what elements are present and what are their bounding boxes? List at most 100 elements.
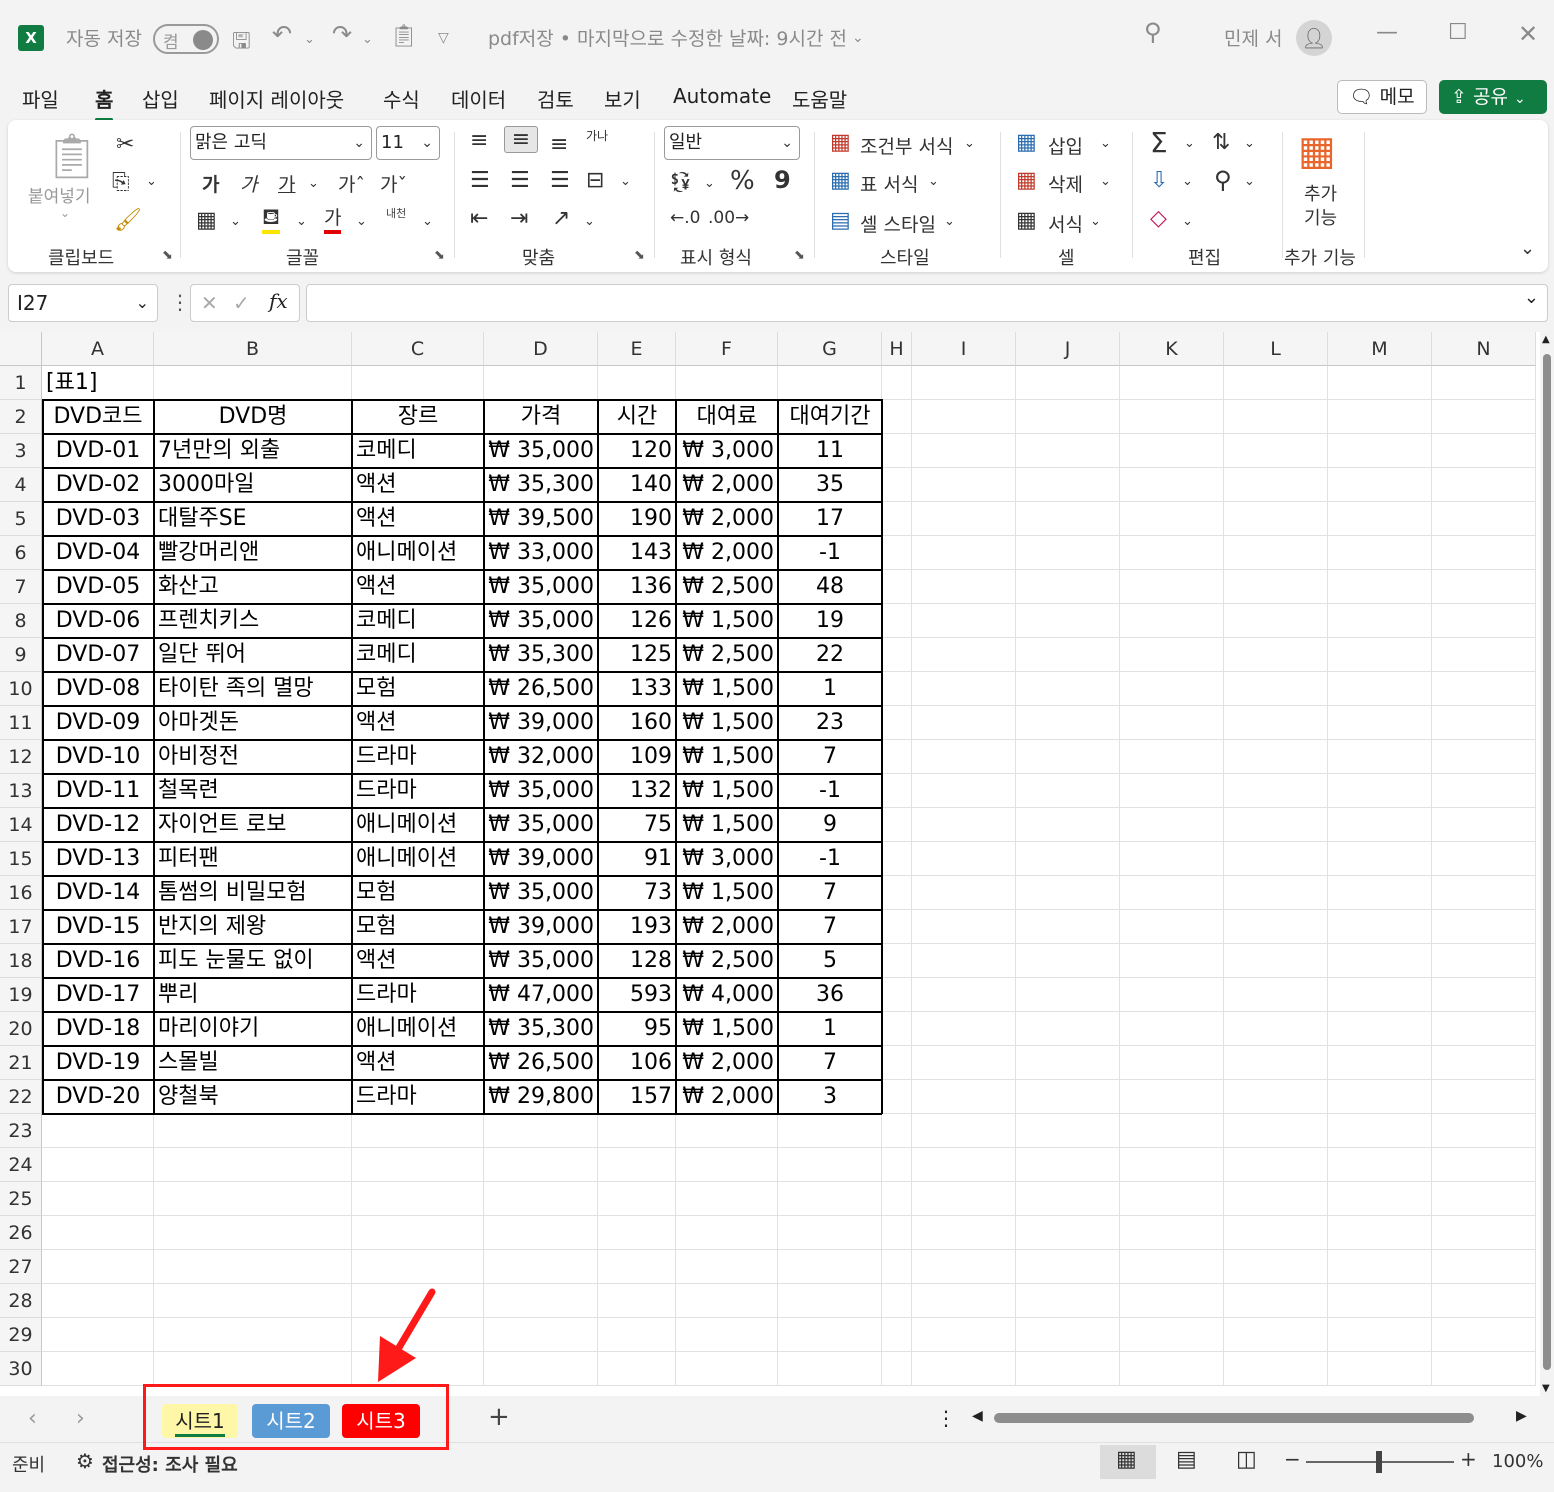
accessibility-status[interactable]: 접근성: 조사 필요	[102, 1451, 238, 1477]
table-label-cell[interactable]: [표1]	[42, 366, 154, 400]
row-header-6[interactable]: 6	[0, 536, 42, 570]
table-cell[interactable]: 73	[598, 876, 676, 910]
table-cell[interactable]: 일단 뛰어	[154, 638, 352, 672]
row-header-22[interactable]: 22	[0, 1080, 42, 1114]
table-cell[interactable]: ₩ 39,000	[484, 910, 598, 944]
table-cell[interactable]: 9	[778, 808, 882, 842]
align-center-icon[interactable]: ☰	[510, 168, 530, 193]
column-header-j[interactable]: J	[1016, 332, 1120, 366]
copy-dropdown-icon[interactable]: ⌄	[146, 174, 157, 189]
add-sheet-icon[interactable]: +	[488, 1402, 510, 1432]
insert-cells-button[interactable]: 삽입	[1048, 132, 1083, 159]
row-header-27[interactable]: 27	[0, 1250, 42, 1284]
table-cell[interactable]: 아비정전	[154, 740, 352, 774]
paste-label[interactable]: 붙여넣기	[28, 182, 91, 207]
column-header-l[interactable]: L	[1224, 332, 1328, 366]
row-header-21[interactable]: 21	[0, 1046, 42, 1080]
table-cell[interactable]: ₩ 39,500	[484, 502, 598, 536]
undo-icon[interactable]: ↶	[272, 20, 292, 48]
maximize-icon[interactable]: ☐	[1448, 20, 1468, 45]
table-cell[interactable]: ₩ 29,800	[484, 1080, 598, 1114]
merge-center-icon[interactable]: ⊟	[586, 168, 604, 193]
table-cell[interactable]: ₩ 35,000	[484, 876, 598, 910]
wrap-text-icon[interactable]: 가나	[586, 130, 610, 142]
tab-page-layout[interactable]: 페이지 레이아웃	[209, 84, 344, 113]
row-header-9[interactable]: 9	[0, 638, 42, 672]
table-cell[interactable]: 109	[598, 740, 676, 774]
table-cell[interactable]: ₩ 1,500	[676, 774, 778, 808]
tab-options-icon[interactable]: ⋮	[936, 1406, 956, 1430]
accounting-dropdown-icon[interactable]: ⌄	[704, 176, 715, 191]
column-header-a[interactable]: A	[42, 332, 154, 366]
page-layout-view-icon[interactable]: ▤	[1176, 1447, 1197, 1472]
table-cell[interactable]: DVD-04	[42, 536, 154, 570]
fill-icon[interactable]: ⇩	[1150, 168, 1168, 193]
redo-icon[interactable]: ↷	[332, 20, 352, 48]
fill-color-dropdown-icon[interactable]: ⌄	[296, 214, 307, 229]
table-cell[interactable]: 반지의 제왕	[154, 910, 352, 944]
table-header-cell[interactable]: 장르	[352, 400, 484, 434]
delete-dropdown-icon[interactable]: ⌄	[1100, 174, 1111, 189]
table-header-cell[interactable]: 가격	[484, 400, 598, 434]
fill-dropdown-icon[interactable]: ⌄	[1182, 174, 1193, 189]
table-cell[interactable]: 160	[598, 706, 676, 740]
table-cell[interactable]: DVD-20	[42, 1080, 154, 1114]
format-cells-button[interactable]: 서식	[1048, 210, 1083, 237]
table-cell[interactable]: 126	[598, 604, 676, 638]
scroll-right-icon[interactable]: ▶	[1516, 1408, 1527, 1424]
table-cell[interactable]: ₩ 2,000	[676, 910, 778, 944]
accessibility-icon[interactable]: ⚙	[76, 1449, 94, 1473]
table-cell[interactable]: ₩ 1,500	[676, 706, 778, 740]
next-sheet-icon[interactable]: ›	[76, 1406, 85, 1431]
row-header-23[interactable]: 23	[0, 1114, 42, 1148]
tab-data[interactable]: 데이터	[451, 84, 506, 113]
find-dropdown-icon[interactable]: ⌄	[1244, 174, 1255, 189]
row-header-15[interactable]: 15	[0, 842, 42, 876]
row-header-1[interactable]: 1	[0, 366, 42, 400]
user-avatar-icon[interactable]: 👤︎	[1296, 20, 1332, 56]
table-cell[interactable]: DVD-08	[42, 672, 154, 706]
table-cell[interactable]: ₩ 35,300	[484, 638, 598, 672]
column-header-n[interactable]: N	[1432, 332, 1536, 366]
formula-input[interactable]: ⌄	[306, 284, 1548, 322]
row-header-3[interactable]: 3	[0, 434, 42, 468]
table-cell[interactable]: DVD-16	[42, 944, 154, 978]
row-header-2[interactable]: 2	[0, 400, 42, 434]
row-header-19[interactable]: 19	[0, 978, 42, 1012]
table-cell[interactable]: 액션	[352, 706, 484, 740]
memo-button[interactable]: 🗨︎ 메모	[1337, 80, 1427, 114]
paste-icon[interactable]: 📋︎	[44, 130, 100, 182]
conditional-format-icon[interactable]: ▦	[830, 130, 851, 155]
table-cell[interactable]: 7년만의 외출	[154, 434, 352, 468]
table-cell[interactable]: 코메디	[352, 604, 484, 638]
format-as-table-button[interactable]: 표 서식	[860, 170, 918, 197]
table-cell[interactable]: 자이언트 로보	[154, 808, 352, 842]
table-cell[interactable]: 190	[598, 502, 676, 536]
table-cell[interactable]: ₩ 1,500	[676, 740, 778, 774]
clipboard-launcher-icon[interactable]: ⬊	[162, 248, 173, 263]
cell-styles-icon[interactable]: ▤	[830, 208, 851, 233]
table-cell[interactable]: ₩ 39,000	[484, 706, 598, 740]
prev-sheet-icon[interactable]: ‹	[28, 1406, 37, 1431]
scroll-up-icon[interactable]: ▲	[1542, 334, 1550, 345]
table-cell[interactable]: 22	[778, 638, 882, 672]
table-cell[interactable]: DVD-15	[42, 910, 154, 944]
row-header-8[interactable]: 8	[0, 604, 42, 638]
table-cell[interactable]: ₩ 35,000	[484, 808, 598, 842]
table-cell[interactable]: 157	[598, 1080, 676, 1114]
font-name-dropdown[interactable]: 맑은 고딕 ⌄	[190, 126, 372, 160]
table-cell[interactable]: 125	[598, 638, 676, 672]
table-cell[interactable]: DVD-11	[42, 774, 154, 808]
table-cell[interactable]: 193	[598, 910, 676, 944]
row-header-7[interactable]: 7	[0, 570, 42, 604]
underline-button[interactable]: 가	[278, 170, 295, 197]
table-cell[interactable]: ₩ 2,000	[676, 536, 778, 570]
table-cell[interactable]: 11	[778, 434, 882, 468]
table-cell[interactable]: 5	[778, 944, 882, 978]
merge-dropdown-icon[interactable]: ⌄	[620, 174, 631, 189]
fill-color-icon[interactable]: ⛾	[262, 206, 280, 234]
table-cell[interactable]: ₩ 33,000	[484, 536, 598, 570]
cell-styles-button[interactable]: 셀 스타일	[860, 210, 936, 237]
row-header-11[interactable]: 11	[0, 706, 42, 740]
table-cell[interactable]: 코메디	[352, 638, 484, 672]
